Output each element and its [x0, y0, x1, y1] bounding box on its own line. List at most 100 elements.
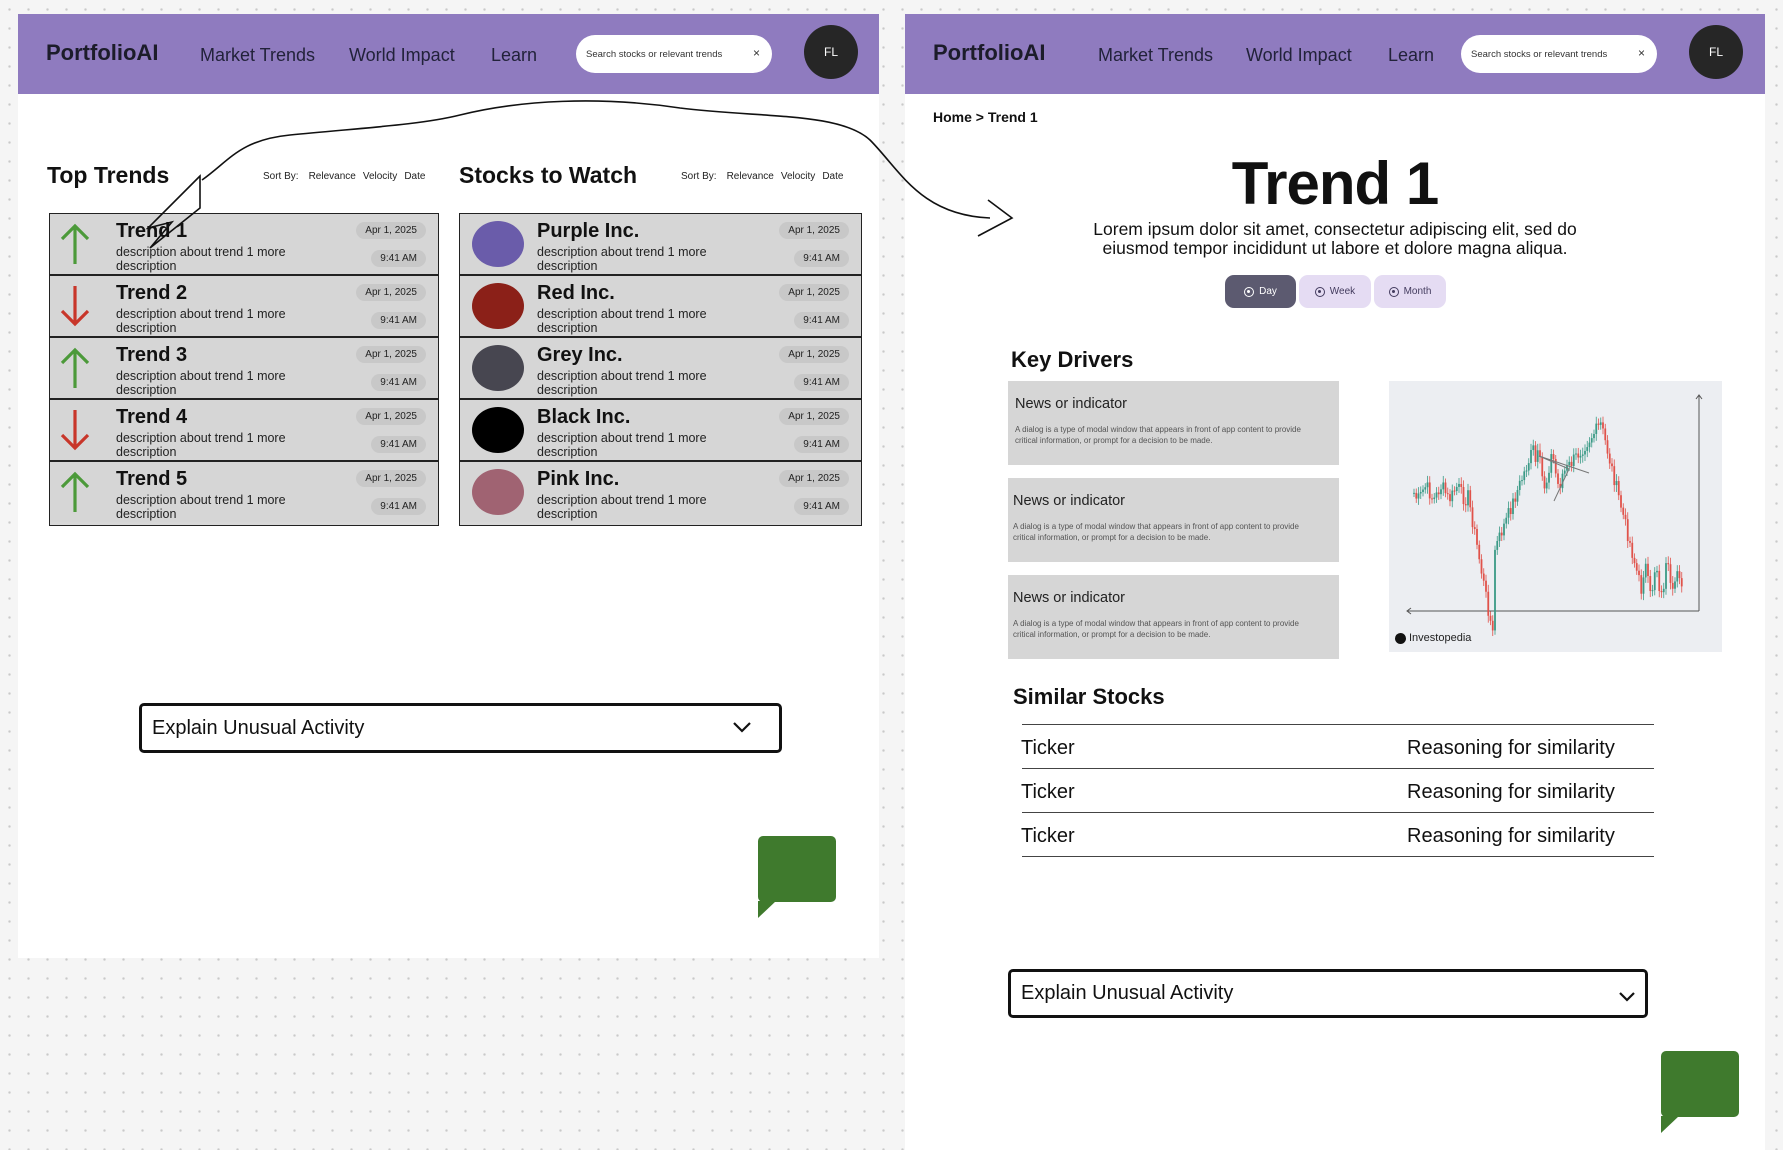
candle: [1428, 476, 1431, 505]
time-badge: 9:41 AM: [371, 312, 426, 329]
candle: [1651, 584, 1654, 597]
candle: [1496, 535, 1499, 555]
nav-learn[interactable]: Learn: [1388, 45, 1434, 66]
sort-velocity[interactable]: Velocity: [781, 171, 815, 182]
close-icon[interactable]: ×: [753, 46, 760, 60]
chat-button[interactable]: [1661, 1051, 1739, 1133]
ticker-cell[interactable]: Ticker: [1021, 781, 1075, 804]
close-icon[interactable]: ×: [1638, 46, 1645, 60]
driver-card[interactable]: News or indicator A dialog is a type of …: [1008, 478, 1339, 562]
time-badge: 9:41 AM: [371, 250, 426, 267]
candle: [1451, 484, 1454, 508]
range-month[interactable]: Month: [1374, 275, 1446, 308]
explain-unusual-activity-dropdown[interactable]: Explain Unusual Activity: [1008, 969, 1648, 1018]
avatar[interactable]: FL: [804, 25, 858, 79]
candle: [1608, 448, 1611, 469]
nav-market-trends[interactable]: Market Trends: [1098, 45, 1213, 66]
candle: [1424, 483, 1427, 494]
nav-learn[interactable]: Learn: [491, 45, 537, 66]
candle: [1455, 482, 1458, 496]
top-nav: PortfolioAI Market Trends World Impact L…: [905, 14, 1765, 94]
time-badge: 9:41 AM: [371, 498, 426, 515]
list-item[interactable]: Trend 5 description about trend 1 more de…: [50, 462, 438, 522]
search-input[interactable]: [586, 44, 736, 64]
candle: [1593, 429, 1595, 443]
list-item[interactable]: Pink Inc. description about trend 1 more …: [460, 462, 861, 522]
sort-relevance[interactable]: Relevance: [727, 171, 774, 182]
candle: [1521, 475, 1523, 486]
candle: [1613, 459, 1616, 492]
candle: [1624, 508, 1627, 526]
list-item[interactable]: Purple Inc. description about trend 1 mor…: [460, 214, 861, 276]
arrow-up-icon: [60, 223, 90, 264]
list-item[interactable]: Red Inc. description about trend 1 more d…: [460, 276, 861, 338]
candle: [1514, 492, 1517, 508]
candle: [1449, 489, 1451, 507]
list-item[interactable]: Trend 4 description about trend 1 more de…: [50, 400, 438, 462]
time-badge: 9:41 AM: [794, 312, 849, 329]
time-badge: 9:41 AM: [794, 498, 849, 515]
item-description: description about trend 1 more descripti…: [537, 431, 707, 459]
range-week[interactable]: Week: [1299, 275, 1371, 308]
item-title: Trend 2: [116, 282, 188, 304]
range-day[interactable]: Day: [1225, 275, 1296, 308]
sort-date[interactable]: Date: [822, 171, 843, 182]
ticker-cell[interactable]: Ticker: [1021, 737, 1075, 760]
item-description: description about trend 1 more descripti…: [537, 493, 707, 521]
list-item[interactable]: Trend 1 description about trend 1 more de…: [50, 214, 438, 276]
candle: [1491, 615, 1494, 637]
candle: [1485, 574, 1487, 598]
chat-button[interactable]: [758, 836, 836, 918]
time-badge: 9:41 AM: [371, 374, 426, 391]
candle: [1543, 471, 1546, 494]
item-description: description about trend 1 more descripti…: [116, 307, 286, 335]
item-title: Purple Inc.: [537, 220, 640, 242]
candle: [1671, 576, 1674, 596]
avatar[interactable]: FL: [1689, 25, 1743, 79]
candle: [1435, 487, 1438, 503]
breadcrumb[interactable]: Home > Trend 1: [933, 109, 1038, 125]
candle: [1662, 582, 1665, 599]
candle: [1550, 449, 1553, 478]
candle: [1545, 477, 1548, 494]
nav-world-impact[interactable]: World Impact: [1246, 45, 1352, 66]
candle: [1536, 443, 1539, 469]
candle: [1469, 485, 1472, 512]
list-item[interactable]: Grey Inc. description about trend 1 more …: [460, 338, 861, 400]
list-item[interactable]: Trend 3 description about trend 1 more de…: [50, 338, 438, 400]
driver-card[interactable]: News or indicator A dialog is a type of …: [1008, 381, 1339, 465]
candle: [1460, 477, 1463, 494]
candle: [1604, 423, 1607, 445]
reasoning-cell: Reasoning for similarity: [1407, 825, 1615, 847]
driver-card[interactable]: News or indicator A dialog is a type of …: [1008, 575, 1339, 659]
candle: [1629, 536, 1631, 548]
candle: [1584, 444, 1586, 462]
candle: [1599, 417, 1602, 430]
candle: [1417, 487, 1420, 505]
item-description: description about trend 1 more descripti…: [116, 431, 286, 459]
stock-logo-icon: [472, 283, 524, 329]
list-item[interactable]: Black Inc. description about trend 1 more…: [460, 400, 861, 462]
candle: [1509, 501, 1512, 521]
nav-world-impact[interactable]: World Impact: [349, 45, 455, 66]
time-badge: 9:41 AM: [794, 374, 849, 391]
sort-date[interactable]: Date: [404, 171, 425, 182]
logo[interactable]: PortfolioAI: [933, 40, 1045, 66]
candle: [1660, 585, 1663, 598]
candle: [1678, 565, 1681, 585]
explain-unusual-activity-dropdown[interactable]: Explain Unusual Activity: [139, 703, 782, 753]
range-label: Day: [1259, 286, 1277, 297]
candle: [1437, 486, 1440, 500]
logo[interactable]: PortfolioAI: [46, 40, 158, 66]
candle: [1620, 490, 1622, 513]
driver-body: A dialog is a type of modal window that …: [1013, 522, 1299, 542]
stock-logo-icon: [472, 469, 524, 515]
sort-velocity[interactable]: Velocity: [363, 171, 397, 182]
ticker-cell[interactable]: Ticker: [1021, 825, 1075, 848]
search-input[interactable]: [1471, 44, 1621, 64]
candle: [1635, 558, 1638, 575]
time-badge: 9:41 AM: [371, 436, 426, 453]
list-item[interactable]: Trend 2 description about trend 1 more de…: [50, 276, 438, 338]
nav-market-trends[interactable]: Market Trends: [200, 45, 315, 66]
sort-relevance[interactable]: Relevance: [309, 171, 356, 182]
